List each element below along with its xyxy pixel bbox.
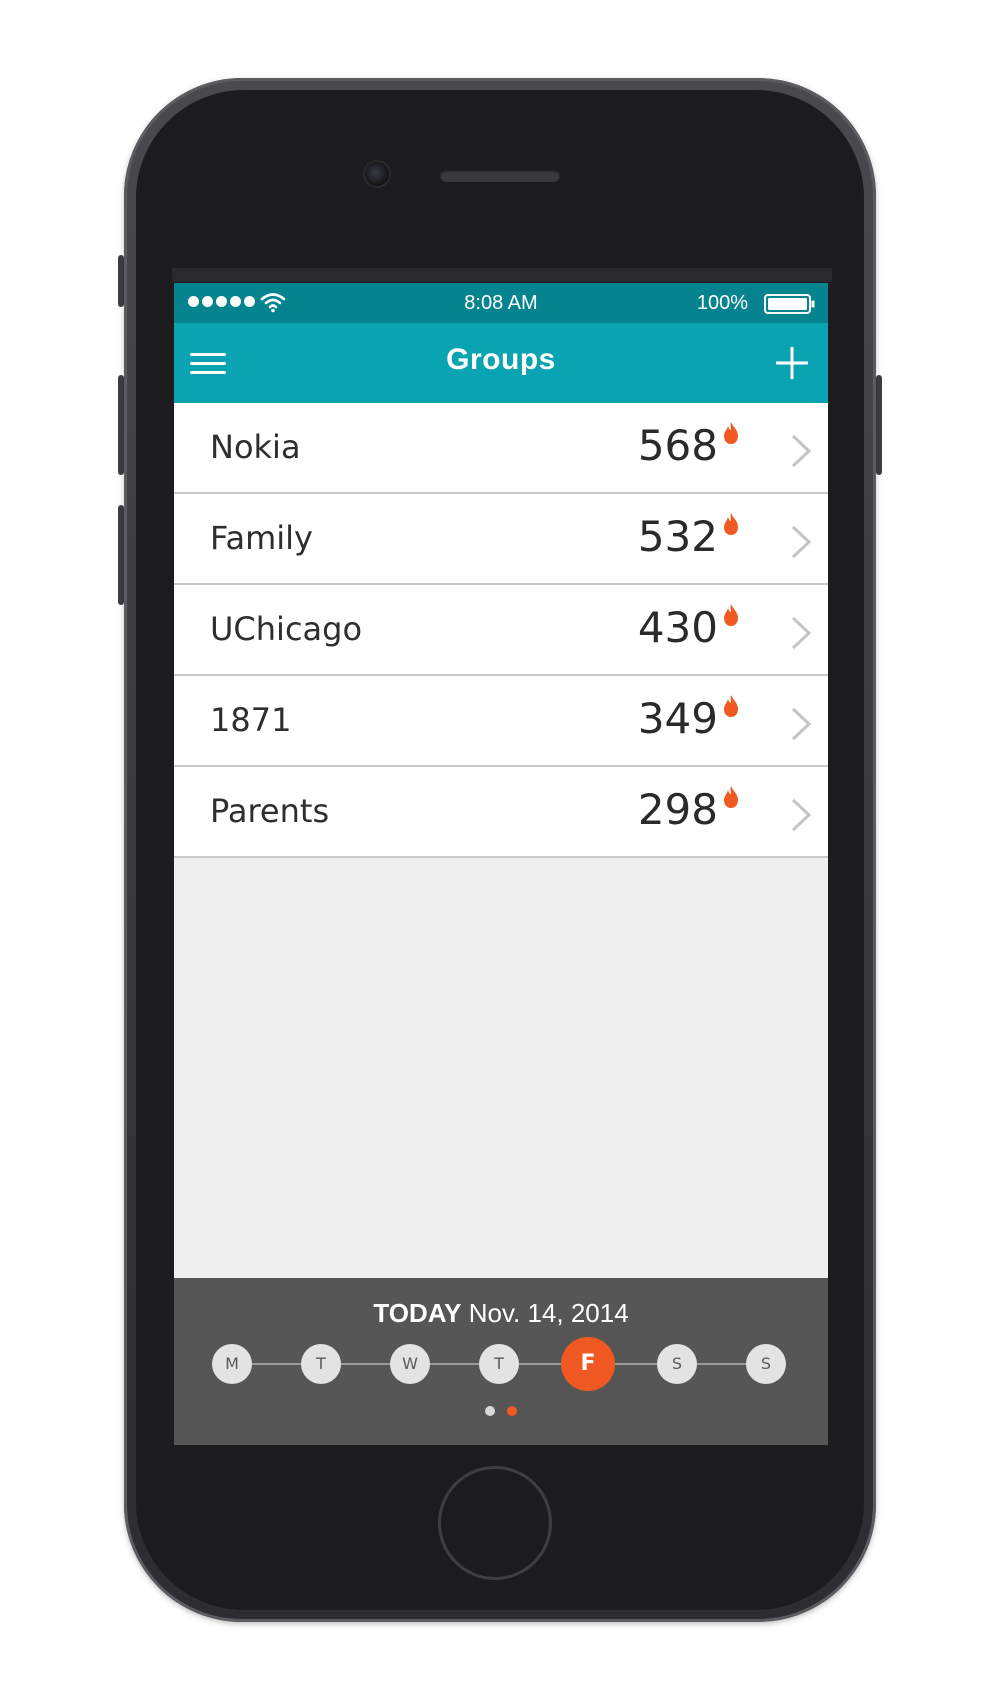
- flame-icon: [724, 604, 738, 626]
- group-name: Parents: [210, 792, 330, 830]
- group-name: UChicago: [210, 610, 363, 648]
- group-score: 532: [637, 512, 718, 561]
- page-dot-active[interactable]: [507, 1406, 517, 1416]
- chevron-right-icon: [791, 434, 812, 468]
- chevron-right-icon: [791, 707, 812, 741]
- page-title: Groups: [446, 343, 556, 376]
- chevron-right-icon: [791, 616, 812, 650]
- group-name: 1871: [210, 701, 292, 739]
- day-sunday[interactable]: S: [746, 1344, 786, 1384]
- page-indicator: [174, 1406, 828, 1416]
- group-name: Nokia: [210, 428, 301, 466]
- underlying-status-bar: [172, 268, 832, 282]
- flame-icon: [724, 786, 738, 808]
- status-bar: 8:08 AM 100%: [174, 283, 828, 323]
- group-row-uchicago[interactable]: UChicago 430: [174, 585, 828, 676]
- battery-percentage: 100%: [696, 292, 748, 314]
- flame-icon: [724, 422, 738, 444]
- group-row-family[interactable]: Family 532: [174, 494, 828, 585]
- earpiece-speaker: [440, 170, 560, 182]
- day-friday-selected[interactable]: F: [561, 1337, 615, 1391]
- device-mockup: 8:08 AM 100% Groups Nokia 568 Family 532…: [0, 0, 1000, 1700]
- day-saturday[interactable]: S: [657, 1344, 697, 1384]
- front-camera: [365, 162, 389, 186]
- page-dot[interactable]: [485, 1406, 495, 1416]
- group-row-nokia[interactable]: Nokia 568: [174, 403, 828, 494]
- current-date: TODAY Nov. 14, 2014: [174, 1298, 828, 1329]
- chevron-right-icon: [791, 798, 812, 832]
- app-screen: 8:08 AM 100% Groups Nokia 568 Family 532…: [174, 283, 828, 1445]
- day-tuesday[interactable]: T: [301, 1344, 341, 1384]
- group-row-1871[interactable]: 1871 349: [174, 676, 828, 767]
- flame-icon: [724, 513, 738, 535]
- chevron-right-icon: [791, 525, 812, 559]
- battery-icon: [764, 294, 815, 314]
- home-button[interactable]: [438, 1466, 552, 1580]
- group-score: 298: [637, 785, 718, 834]
- today-label: TODAY: [373, 1298, 462, 1328]
- group-row-parents[interactable]: Parents 298: [174, 767, 828, 858]
- flame-icon: [724, 695, 738, 717]
- plus-icon[interactable]: [772, 343, 812, 383]
- group-name: Family: [210, 519, 313, 557]
- day-thursday[interactable]: T: [479, 1344, 519, 1384]
- day-wednesday[interactable]: W: [390, 1344, 430, 1384]
- group-score: 568: [637, 421, 718, 470]
- group-score: 349: [637, 694, 718, 743]
- navigation-bar: Groups: [174, 323, 828, 403]
- day-monday[interactable]: M: [212, 1344, 252, 1384]
- power-button: [876, 375, 882, 475]
- date-value: Nov. 14, 2014: [468, 1298, 629, 1328]
- week-selector-panel: TODAY Nov. 14, 2014 M T W T F S S: [174, 1278, 828, 1445]
- groups-list: Nokia 568 Family 532 UChicago 430 1871 3…: [174, 403, 828, 858]
- group-score: 430: [637, 603, 718, 652]
